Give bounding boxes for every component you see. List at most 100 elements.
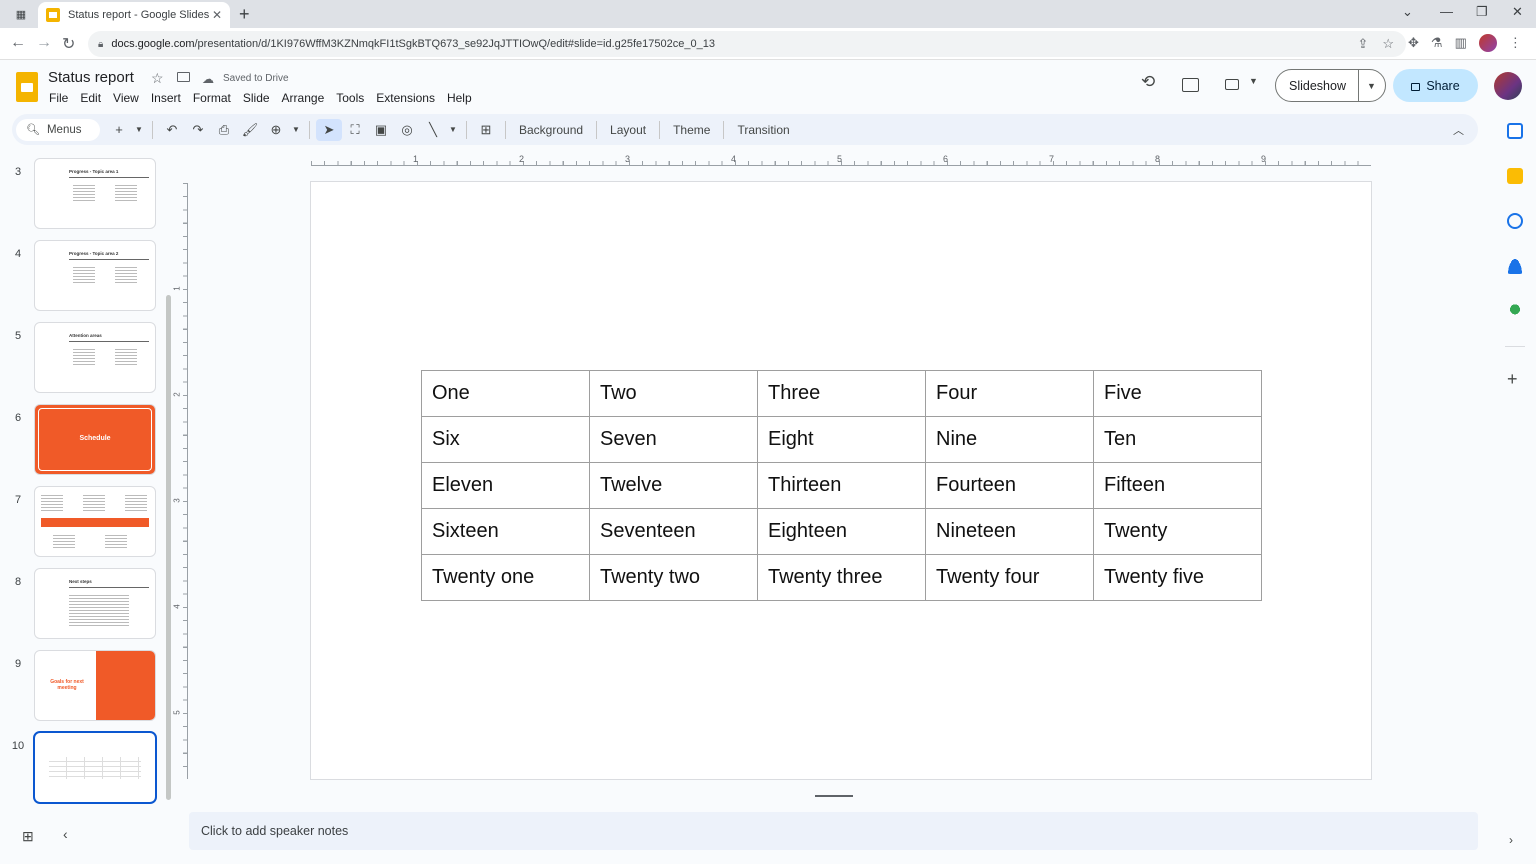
- slide-thumbnail-selected[interactable]: [33, 731, 157, 804]
- table-cell[interactable]: Twenty five: [1093, 554, 1262, 601]
- tab-search-icon[interactable]: ▦: [12, 5, 30, 23]
- zoom-icon[interactable]: ⊕: [263, 122, 289, 138]
- save-status[interactable]: Saved to Drive: [223, 73, 289, 84]
- notes-resize-handle[interactable]: [815, 795, 853, 797]
- star-icon[interactable]: ☆: [151, 70, 164, 87]
- table-cell[interactable]: Five: [1093, 370, 1262, 417]
- shape-icon[interactable]: ◎: [394, 122, 420, 138]
- table-cell[interactable]: Thirteen: [757, 462, 926, 509]
- browser-tab[interactable]: Status report - Google Slides ✕: [38, 2, 230, 28]
- url-text[interactable]: docs.google.com/presentation/d/1KI976Wff…: [111, 38, 715, 50]
- forward-icon[interactable]: →: [36, 34, 52, 52]
- slideshow-button[interactable]: Slideshow ▼: [1275, 69, 1386, 102]
- share-label[interactable]: Share: [1426, 79, 1459, 93]
- transition-button[interactable]: Transition: [730, 123, 796, 137]
- expand-side-panel-icon[interactable]: ›: [1509, 833, 1513, 847]
- slide-thumbnail[interactable]: Schedule: [34, 404, 156, 475]
- menu-arrange[interactable]: Arrange: [276, 91, 331, 105]
- restore-icon[interactable]: ❐: [1476, 4, 1488, 20]
- table-cell[interactable]: Twenty two: [589, 554, 758, 601]
- omnibox[interactable]: 🔒︎ docs.google.com/presentation/d/1KI976…: [88, 31, 1406, 57]
- bookmark-star-icon[interactable]: ☆: [1382, 36, 1394, 52]
- speaker-notes-placeholder[interactable]: Click to add speaker notes: [201, 824, 348, 838]
- redo-icon[interactable]: ↷: [185, 122, 211, 138]
- menu-file[interactable]: File: [43, 91, 74, 105]
- table-cell[interactable]: Nineteen: [925, 508, 1094, 555]
- slide-thumbnail[interactable]: Progress - Topic area 1: [34, 158, 156, 229]
- collapse-toolbar-icon[interactable]: ︿: [1453, 122, 1464, 138]
- reload-icon[interactable]: ↻: [62, 34, 75, 54]
- menu-insert[interactable]: Insert: [145, 91, 187, 105]
- table-cell[interactable]: Twenty four: [925, 554, 1094, 601]
- cloud-saved-icon[interactable]: ☁: [202, 72, 214, 86]
- filmstrip-slide-10[interactable]: 10: [0, 731, 172, 806]
- slideshow-dropdown-icon[interactable]: ▼: [1359, 81, 1376, 91]
- calendar-icon[interactable]: [1507, 123, 1523, 139]
- labs-icon[interactable]: ⚗: [1431, 35, 1443, 51]
- share-button[interactable]: Share: [1393, 69, 1478, 102]
- slide-table[interactable]: One Two Three Four Five Six Seven Eight …: [421, 370, 1262, 601]
- table-cell[interactable]: Eight: [757, 416, 926, 463]
- menu-tools[interactable]: Tools: [330, 91, 370, 105]
- print-icon[interactable]: ⎙: [211, 122, 237, 138]
- menu-edit[interactable]: Edit: [74, 91, 107, 105]
- table-cell[interactable]: Fifteen: [1093, 462, 1262, 509]
- menu-format[interactable]: Format: [187, 91, 237, 105]
- extensions-icon[interactable]: ✥: [1408, 35, 1419, 51]
- add-comment-icon[interactable]: ⊞: [473, 122, 499, 138]
- table-cell[interactable]: Seventeen: [589, 508, 758, 555]
- table-cell[interactable]: Sixteen: [421, 508, 590, 555]
- table-cell[interactable]: Eleven: [421, 462, 590, 509]
- table-cell[interactable]: Three: [757, 370, 926, 417]
- move-folder-icon[interactable]: [177, 72, 190, 82]
- zoom-dropdown-icon[interactable]: ▼: [289, 125, 303, 134]
- get-addons-icon[interactable]: +: [1507, 369, 1518, 390]
- table-cell[interactable]: Four: [925, 370, 1094, 417]
- grid-view-icon[interactable]: ⊞: [22, 828, 34, 845]
- slide-thumbnail[interactable]: Goals for next meeting: [34, 650, 156, 721]
- menu-slide[interactable]: Slide: [237, 91, 276, 105]
- slide-thumbnail[interactable]: [34, 486, 156, 557]
- line-icon[interactable]: ╲: [420, 122, 446, 138]
- meet-dropdown-icon[interactable]: ▼: [1249, 76, 1258, 86]
- paint-format-icon[interactable]: 🖌︎: [237, 122, 263, 138]
- menu-extensions[interactable]: Extensions: [370, 91, 441, 105]
- speaker-notes[interactable]: Click to add speaker notes: [189, 812, 1478, 850]
- filmstrip-slide-7[interactable]: 7: [0, 486, 172, 560]
- table-cell[interactable]: Twenty three: [757, 554, 926, 601]
- slide-thumbnail[interactable]: Attention areas: [34, 322, 156, 393]
- line-dropdown-icon[interactable]: ▼: [446, 125, 460, 134]
- filmstrip-slide-5[interactable]: 5 Attention areas: [0, 322, 172, 396]
- side-panel-icon[interactable]: ▥: [1455, 35, 1467, 51]
- filmstrip-slide-6[interactable]: 6 Schedule: [0, 404, 172, 478]
- table-cell[interactable]: Twenty one: [421, 554, 590, 601]
- document-title[interactable]: Status report: [48, 69, 134, 86]
- new-slide-dropdown-icon[interactable]: ▼: [132, 125, 146, 134]
- close-window-icon[interactable]: ✕: [1512, 4, 1523, 20]
- slide-canvas[interactable]: One Two Three Four Five Six Seven Eight …: [310, 181, 1372, 780]
- table-cell[interactable]: Twenty: [1093, 508, 1262, 555]
- contacts-icon[interactable]: [1507, 258, 1523, 274]
- collapse-filmstrip-icon[interactable]: ‹: [63, 826, 68, 842]
- layout-button[interactable]: Layout: [603, 123, 653, 137]
- filmstrip-slide-8[interactable]: 8 Next steps: [0, 568, 172, 642]
- version-history-icon[interactable]: ⟲: [1141, 72, 1155, 92]
- meet-camera-icon[interactable]: [1225, 79, 1239, 90]
- undo-icon[interactable]: ↶: [159, 122, 185, 138]
- table-cell[interactable]: One: [421, 370, 590, 417]
- lock-icon[interactable]: 🔒︎: [98, 39, 103, 50]
- minimize-icon[interactable]: —: [1440, 4, 1453, 19]
- slide-thumbnail[interactable]: Progress - Topic area 2: [34, 240, 156, 311]
- theme-button[interactable]: Theme: [666, 123, 717, 137]
- slide-thumbnail[interactable]: Next steps: [34, 568, 156, 639]
- background-button[interactable]: Background: [512, 123, 590, 137]
- table-cell[interactable]: Ten: [1093, 416, 1262, 463]
- insert-image-icon[interactable]: ▣: [368, 122, 394, 138]
- slideshow-label[interactable]: Slideshow: [1276, 79, 1358, 93]
- new-tab-icon[interactable]: +: [239, 4, 250, 25]
- table-cell[interactable]: Eighteen: [757, 508, 926, 555]
- share-page-icon[interactable]: ⇪: [1357, 36, 1368, 52]
- table-cell[interactable]: Seven: [589, 416, 758, 463]
- filmstrip-slide-9[interactable]: 9 Goals for next meeting: [0, 650, 172, 724]
- browser-menu-icon[interactable]: ⋮: [1509, 35, 1522, 51]
